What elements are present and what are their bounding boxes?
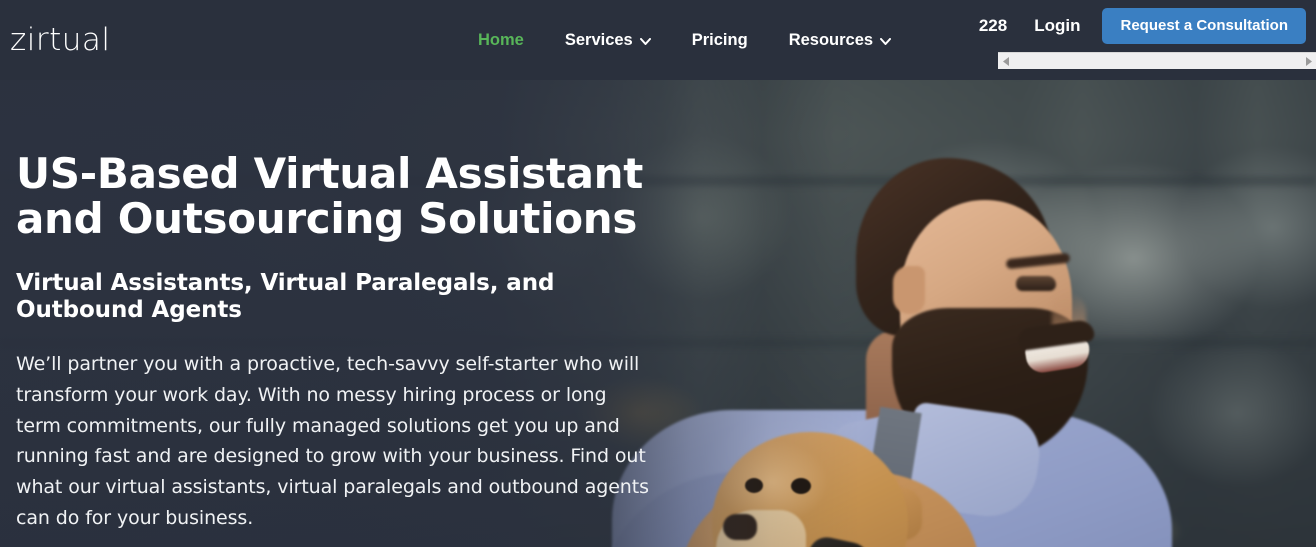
login-link[interactable]: Login [1034,15,1080,37]
hero-body-text: We’ll partner you with a proactive, tech… [16,353,649,529]
phone-count-badge: 228 [978,16,1008,35]
nav-item-services-label: Services [564,31,633,49]
hero-copy: US-Based Virtual Assistant and Outsourci… [16,149,656,534]
hero-subtitle: Virtual Assistants, Virtual Paralegals, … [16,269,555,323]
nav-item-pricing[interactable]: Pricing [692,28,748,52]
nav-item-home-label: Home [478,31,524,49]
nav-item-home[interactable]: Home [478,28,524,52]
hero-title: US-Based Virtual Assistant and Outsourci… [16,149,644,243]
hero-section: US-Based Virtual Assistant and Outsourci… [0,80,1316,547]
nav-item-services[interactable]: Services [565,28,651,52]
scrollbar-track[interactable] [1014,53,1300,70]
nav-item-pricing-label: Pricing [691,31,748,49]
page-root: zirtual Home Services Pricing Resources [0,0,1316,547]
main-navigation: Home Services Pricing Resources [478,28,892,52]
nav-item-resources-label: Resources [788,31,874,49]
horizontal-scrollbar[interactable] [998,52,1316,69]
chevron-down-icon [639,37,651,45]
triangle-left-icon[interactable] [998,53,1014,70]
triangle-right-icon[interactable] [1300,53,1316,70]
header-actions: 228 Login Request a Consultation [979,0,1306,52]
request-consultation-button[interactable]: Request a Consultation [1102,8,1306,44]
nav-item-resources[interactable]: Resources [788,28,892,52]
chevron-down-icon [880,37,892,45]
site-logo[interactable]: zirtual [10,22,111,58]
